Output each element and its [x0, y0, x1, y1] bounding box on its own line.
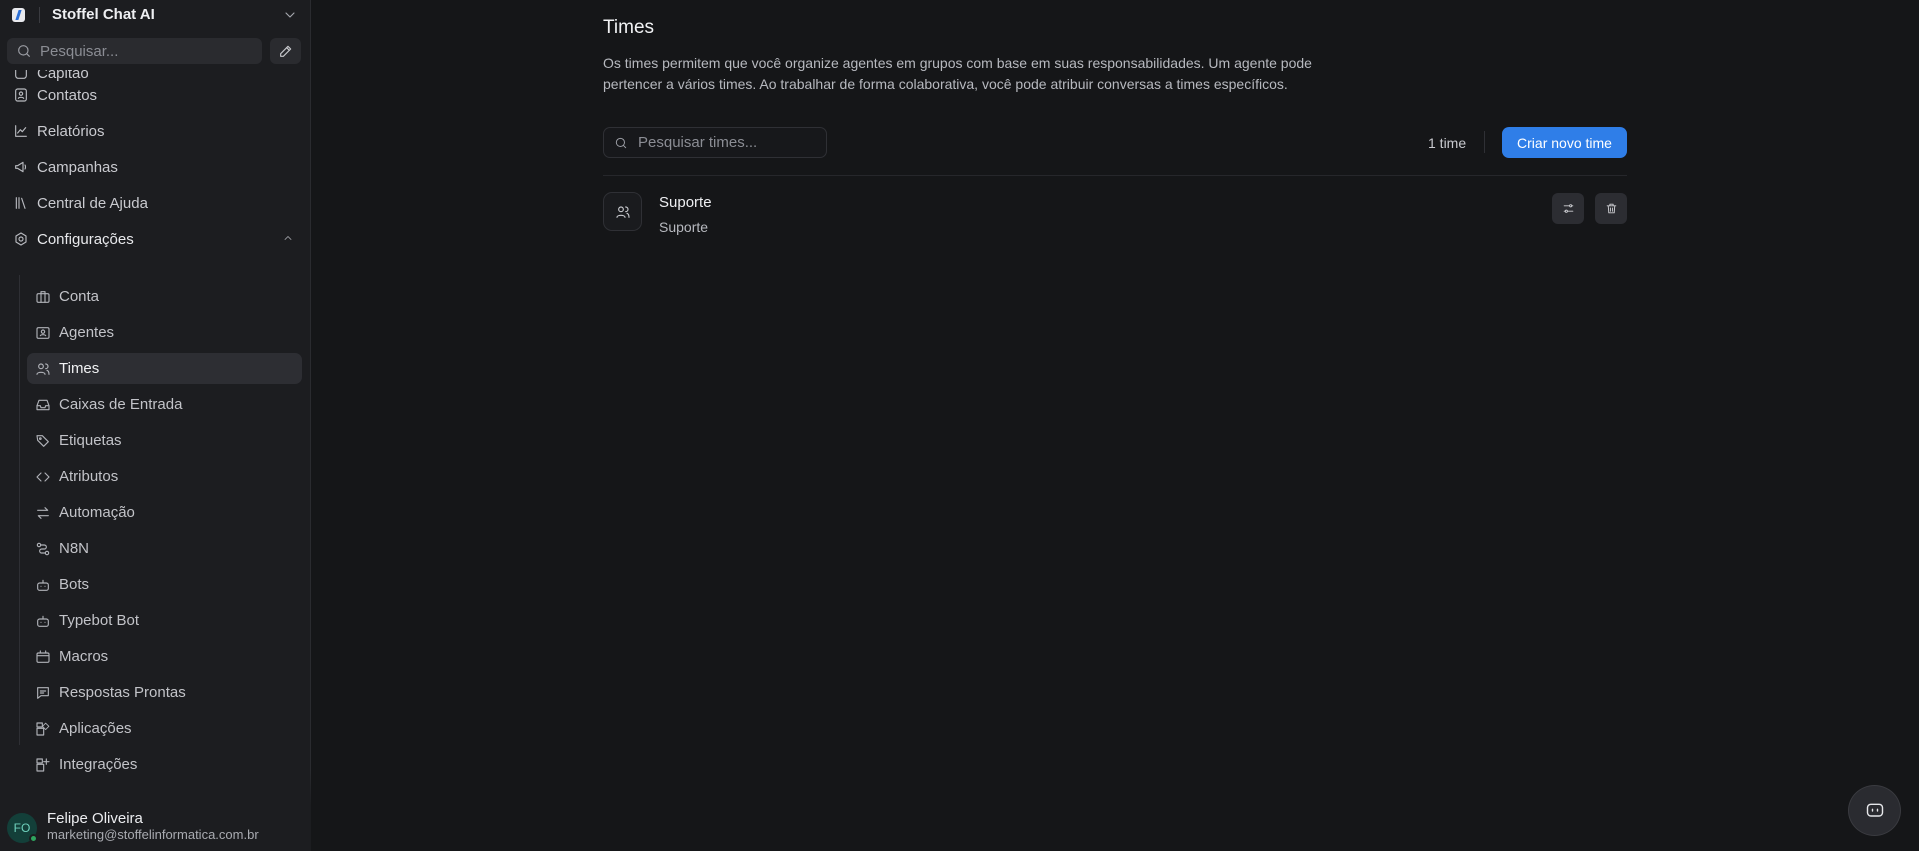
- sidebar-item-label: Caixas de Entrada: [59, 396, 183, 413]
- edit-team-button[interactable]: [1552, 193, 1584, 224]
- chart-line-icon: [13, 123, 29, 139]
- sidebar: Stoffel Chat AI Capitão Contatos: [0, 0, 311, 851]
- sidebar-item-central-de-ajuda[interactable]: Central de Ajuda: [6, 187, 302, 219]
- teams-search[interactable]: [603, 127, 827, 158]
- team-description: Suporte: [659, 219, 709, 235]
- sidebar-item-relatorios[interactable]: Relatórios: [6, 115, 302, 147]
- app-logo: [12, 8, 25, 22]
- search-icon: [16, 43, 32, 59]
- compose-button[interactable]: [270, 38, 301, 64]
- sidebar-item-label: Typebot Bot: [59, 612, 140, 629]
- library-icon: [13, 195, 29, 211]
- team-row: Suporte Suporte: [603, 188, 1627, 240]
- sidebar-item-typebot-bot[interactable]: Typebot Bot: [27, 605, 302, 636]
- sidebar-item-label: Automação: [59, 504, 135, 521]
- sidebar-item-automacao[interactable]: Automação: [27, 497, 302, 528]
- sidebar-item-label: Central de Ajuda: [37, 194, 148, 212]
- sidebar-item-bots[interactable]: Bots: [27, 569, 302, 600]
- teams-count: 1 time: [1428, 135, 1467, 151]
- sidebar-item-conta[interactable]: Conta: [27, 281, 302, 312]
- settings-sliders-icon: [1562, 202, 1575, 215]
- sidebar-item-label: Atributos: [59, 468, 119, 485]
- contact-card-icon: [13, 87, 29, 103]
- pencil-icon: [278, 43, 294, 59]
- sidebar-item-caixas-de-entrada[interactable]: Caixas de Entrada: [27, 389, 302, 420]
- teams-search-input[interactable]: [638, 134, 818, 151]
- page-title: Times: [603, 17, 655, 38]
- chat-widget-button[interactable]: [1848, 785, 1901, 836]
- sidebar-item-agentes[interactable]: Agentes: [27, 317, 302, 348]
- page-description: Os times permitem que você organize agen…: [603, 55, 1312, 92]
- tags-icon: [35, 433, 51, 449]
- avatar: FO: [7, 813, 38, 843]
- sidebar-item-label: Aplicações: [59, 720, 132, 737]
- sidebar-item-label: Agentes: [59, 324, 115, 341]
- user-name: Felipe Oliveira: [47, 810, 143, 827]
- users-icon: [35, 361, 51, 377]
- apps-icon: [35, 721, 51, 737]
- sidebar-item-macros[interactable]: Macros: [27, 641, 302, 672]
- brand-divider: [39, 7, 40, 23]
- main-content: Times Os times permitem que você organiz…: [312, 0, 1919, 851]
- search-icon: [614, 136, 628, 150]
- bot-icon: [35, 577, 51, 593]
- sidebar-item-label: N8N: [59, 540, 90, 557]
- sidebar-item-atributos[interactable]: Atributos: [27, 461, 302, 492]
- sidebar-nav: Capitão Contatos Relatórios Campanhas Ce…: [0, 70, 311, 805]
- app-name: Stoffel Chat AI: [52, 6, 155, 23]
- sidebar-item-aplicacoes[interactable]: Aplicações: [27, 713, 302, 744]
- create-team-button[interactable]: Criar novo time: [1502, 127, 1627, 158]
- macro-icon: [35, 649, 51, 665]
- user-email: marketing@stoffelinformatica.com.br: [47, 827, 259, 842]
- message-text-icon: [35, 685, 51, 701]
- sidebar-item-campanhas[interactable]: Campanhas: [6, 151, 302, 183]
- account-switcher[interactable]: Stoffel Chat AI: [0, 0, 311, 30]
- avatar-initials: FO: [13, 821, 31, 835]
- settings-icon: [13, 231, 29, 247]
- sidebar-item-label: Times: [59, 360, 100, 377]
- online-status-dot: [29, 834, 38, 843]
- sidebar-search[interactable]: [7, 38, 262, 64]
- sidebar-item-label: Etiquetas: [59, 432, 122, 449]
- sidebar-item-label: Respostas Prontas: [59, 684, 186, 701]
- sidebar-search-input[interactable]: [40, 42, 240, 60]
- list-divider: [603, 175, 1627, 176]
- sidebar-item-label: Configurações: [37, 230, 134, 248]
- sidebar-item-label: Campanhas: [37, 158, 118, 176]
- toolbar-divider: [1484, 131, 1485, 153]
- agent-card-icon: [35, 325, 51, 341]
- chevron-down-icon: [282, 7, 298, 23]
- code-icon: [35, 469, 51, 485]
- sidebar-item-times[interactable]: Times: [27, 353, 302, 384]
- inbox-icon: [35, 397, 51, 413]
- delete-team-button[interactable]: [1595, 193, 1627, 224]
- users-icon: [615, 204, 631, 220]
- workflow-icon: [35, 541, 51, 557]
- megaphone-icon: [13, 159, 29, 175]
- sidebar-item-etiquetas[interactable]: Etiquetas: [27, 425, 302, 456]
- sidebar-item-respostas-prontas[interactable]: Respostas Prontas: [27, 677, 302, 708]
- trash-icon: [1605, 202, 1618, 215]
- sidebar-item-contatos[interactable]: Contatos: [6, 79, 302, 111]
- sidebar-item-label: Conta: [59, 288, 100, 305]
- scroll-fade: [0, 770, 311, 806]
- chat-bubble-icon: [1865, 801, 1885, 821]
- bot-icon: [35, 613, 51, 629]
- sidebar-item-label: Macros: [59, 648, 109, 665]
- team-users-icon: [603, 192, 642, 231]
- briefcase-icon: [35, 289, 51, 305]
- sidebar-item-n8n[interactable]: N8N: [27, 533, 302, 564]
- sidebar-item-label: Contatos: [37, 86, 98, 104]
- sidebar-item-label: Relatórios: [37, 122, 105, 140]
- sidebar-item-configuracoes[interactable]: Configurações: [6, 223, 302, 255]
- user-profile[interactable]: FO Felipe Oliveira marketing@stoffelinfo…: [0, 806, 311, 851]
- sidebar-item-label: Bots: [59, 576, 90, 593]
- submenu-guide-line: [19, 275, 20, 745]
- chevron-up-icon: [282, 232, 294, 244]
- arrows-swap-icon: [35, 505, 51, 521]
- team-name: Suporte: [659, 194, 712, 211]
